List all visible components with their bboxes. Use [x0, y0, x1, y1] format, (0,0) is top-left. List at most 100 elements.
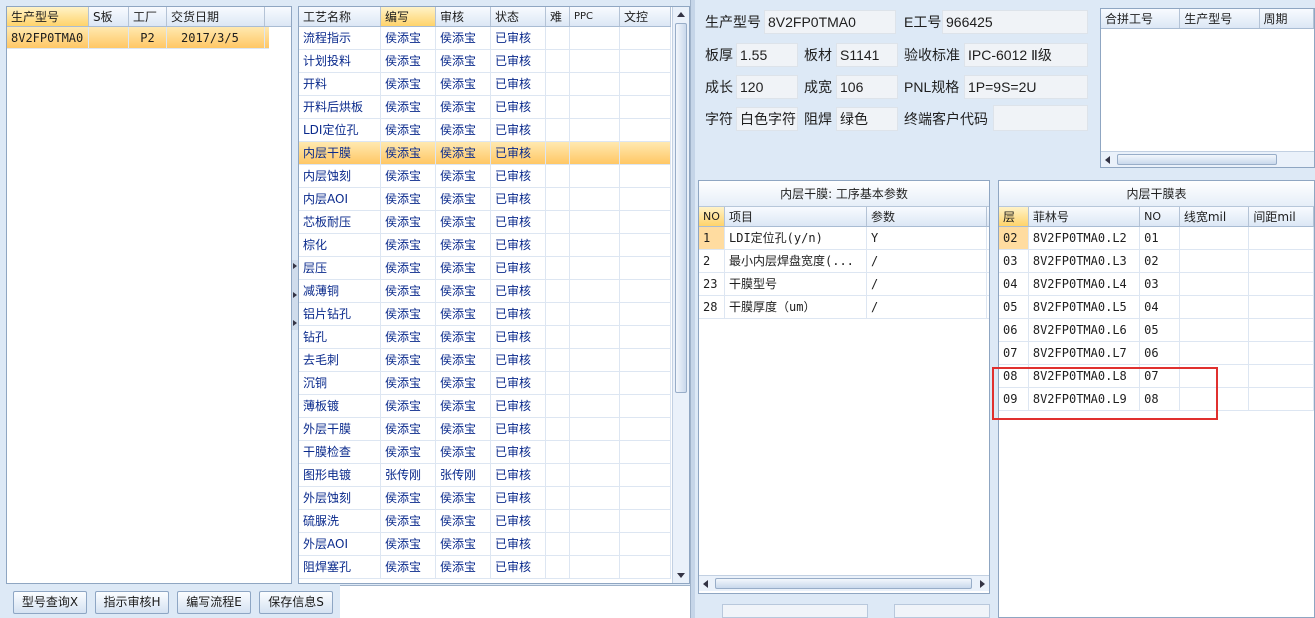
write-flow-button[interactable]: 编写流程E: [177, 591, 251, 614]
process-row[interactable]: 层压 侯添宝 侯添宝 已审核: [299, 257, 671, 280]
doc-control-cell: [620, 441, 671, 463]
col-header-spacing[interactable]: 间距mil: [1249, 207, 1314, 226]
params-hscroll[interactable]: [699, 575, 989, 591]
save-info-button[interactable]: 保存信息S: [259, 591, 333, 614]
params-hscroll-thumb[interactable]: [715, 578, 972, 589]
layer-row[interactable]: 07 8V2FP0TMA0.L7 06: [999, 342, 1314, 365]
col-header-date[interactable]: 交货日期: [167, 7, 265, 26]
review-button[interactable]: 指示审核H: [95, 591, 169, 614]
process-row[interactable]: 硫脲洗 侯添宝 侯添宝 已审核: [299, 510, 671, 533]
process-name-cell: 硫脲洗: [299, 510, 381, 532]
footer-field-2[interactable]: [894, 604, 990, 618]
param-row[interactable]: 2 最小内层焊盘宽度(... /: [699, 250, 989, 273]
process-row[interactable]: 阻焊塞孔 侯添宝 侯添宝 已审核: [299, 556, 671, 579]
standard-field[interactable]: IPC-6012 Ⅱ级: [964, 43, 1088, 67]
length-field[interactable]: 120: [736, 75, 798, 99]
process-row[interactable]: 流程指示 侯添宝 侯添宝 已审核: [299, 27, 671, 50]
param-value-cell: /: [867, 296, 987, 318]
process-row[interactable]: 开料 侯添宝 侯添宝 已审核: [299, 73, 671, 96]
col-header-period[interactable]: 周期: [1260, 9, 1314, 28]
col-header-item[interactable]: 项目: [725, 207, 867, 226]
col-header-status[interactable]: 状态: [491, 7, 546, 26]
col-header-model[interactable]: 生产型号: [7, 7, 89, 26]
param-row[interactable]: 1 LDI定位孔(y/n) Y: [699, 227, 989, 250]
process-row[interactable]: 内层AOI 侯添宝 侯添宝 已审核: [299, 188, 671, 211]
process-row[interactable]: 钻孔 侯添宝 侯添宝 已审核: [299, 326, 671, 349]
col-header-line-width[interactable]: 线宽mil: [1180, 207, 1250, 226]
col-header-difficulty[interactable]: 难: [546, 7, 570, 26]
param-row[interactable]: 23 干膜型号 /: [699, 273, 989, 296]
process-row[interactable]: 开料后烘板 侯添宝 侯添宝 已审核: [299, 96, 671, 119]
query-button[interactable]: 型号查询X: [13, 591, 87, 614]
writer-cell: 侯添宝: [381, 441, 436, 463]
col-header-film[interactable]: 菲林号: [1029, 207, 1141, 226]
width-field[interactable]: 106: [836, 75, 898, 99]
layer-row[interactable]: 05 8V2FP0TMA0.L5 04: [999, 296, 1314, 319]
param-row[interactable]: 28 干膜厚度（um） /: [699, 296, 989, 319]
process-row[interactable]: 芯板耐压 侯添宝 侯添宝 已审核: [299, 211, 671, 234]
process-row[interactable]: 计划投料 侯添宝 侯添宝 已审核: [299, 50, 671, 73]
status-cell: 已审核: [491, 188, 546, 210]
mask-field[interactable]: 绿色: [836, 107, 898, 131]
status-cell: 已审核: [491, 142, 546, 164]
process-row[interactable]: 薄板镀 侯添宝 侯添宝 已审核: [299, 395, 671, 418]
col-header-no[interactable]: NO: [699, 207, 725, 226]
process-row[interactable]: 沉铜 侯添宝 侯添宝 已审核: [299, 372, 671, 395]
process-row[interactable]: 内层干膜 侯添宝 侯添宝 已审核: [299, 142, 671, 165]
s-cell: [89, 27, 129, 48]
main-splitter[interactable]: [690, 0, 695, 618]
writer-cell: 侯添宝: [381, 349, 436, 371]
col-header-ppc[interactable]: PPC: [570, 7, 620, 26]
process-vscroll-thumb[interactable]: [675, 23, 687, 393]
col-header-layer[interactable]: 层: [999, 207, 1029, 226]
thickness-label: 板厚: [705, 47, 733, 63]
process-row[interactable]: 外层蚀刻 侯添宝 侯添宝 已审核: [299, 487, 671, 510]
col-header-param[interactable]: 参数: [867, 207, 987, 226]
process-row[interactable]: 内层蚀刻 侯添宝 侯添宝 已审核: [299, 165, 671, 188]
process-row[interactable]: 外层AOI 侯添宝 侯添宝 已审核: [299, 533, 671, 556]
merge-hscroll[interactable]: [1101, 151, 1314, 167]
process-row[interactable]: 干膜检查 侯添宝 侯添宝 已审核: [299, 441, 671, 464]
eno-field[interactable]: 966425: [942, 10, 1088, 34]
process-row[interactable]: LDI定位孔 侯添宝 侯添宝 已审核: [299, 119, 671, 142]
layer-row[interactable]: 02 8V2FP0TMA0.L2 01: [999, 227, 1314, 250]
material-field[interactable]: S1141: [836, 43, 898, 67]
process-vscroll[interactable]: [672, 7, 689, 583]
reviewer-cell: 侯添宝: [436, 119, 491, 141]
status-cell: 已审核: [491, 533, 546, 555]
col-header-reviewer[interactable]: 审核: [436, 7, 491, 26]
model-field[interactable]: 8V2FP0TMA0: [764, 10, 896, 34]
layer-row[interactable]: 06 8V2FP0TMA0.L6 05: [999, 319, 1314, 342]
ppc-cell: [570, 188, 620, 210]
col-header-factory[interactable]: 工厂: [129, 7, 167, 26]
char-field[interactable]: 白色字符: [736, 107, 798, 131]
thickness-field[interactable]: 1.55: [736, 43, 798, 67]
merge-hscroll-thumb[interactable]: [1117, 154, 1277, 165]
process-row[interactable]: 去毛刺 侯添宝 侯添宝 已审核: [299, 349, 671, 372]
col-header-merge-model[interactable]: 生产型号: [1180, 9, 1260, 28]
layer-row[interactable]: 04 8V2FP0TMA0.L4 03: [999, 273, 1314, 296]
process-row[interactable]: 减薄铜 侯添宝 侯添宝 已审核: [299, 280, 671, 303]
process-row[interactable]: 图形电镀 张传刚 张传刚 已审核: [299, 464, 671, 487]
pnl-field[interactable]: 1P=9S=2U: [964, 75, 1088, 99]
col-header-doc-control[interactable]: 文控: [620, 7, 671, 26]
process-row[interactable]: 棕化 侯添宝 侯添宝 已审核: [299, 234, 671, 257]
process-row[interactable]: 铝片钻孔 侯添宝 侯添宝 已审核: [299, 303, 671, 326]
col-header-layer-no[interactable]: NO: [1140, 207, 1180, 226]
writer-cell: 侯添宝: [381, 50, 436, 72]
model-row[interactable]: 8V2FP0TMA0 P2 2017/3/5: [7, 27, 269, 49]
col-header-writer[interactable]: 编写: [381, 7, 436, 26]
layer-header: 层 菲林号 NO 线宽mil 间距mil: [999, 207, 1314, 227]
col-header-s[interactable]: S板: [89, 7, 129, 26]
footer-field-1[interactable]: [722, 604, 868, 618]
difficulty-cell: [546, 96, 570, 118]
layer-row[interactable]: 03 8V2FP0TMA0.L3 02: [999, 250, 1314, 273]
film-cell: 8V2FP0TMA0.L4: [1029, 273, 1141, 295]
process-row[interactable]: 外层干膜 侯添宝 侯添宝 已审核: [299, 418, 671, 441]
customer-field[interactable]: [993, 105, 1088, 131]
layer-cell: 03: [999, 250, 1029, 272]
col-header-process[interactable]: 工艺名称: [299, 7, 381, 26]
status-cell: 已审核: [491, 303, 546, 325]
reviewer-cell: 侯添宝: [436, 326, 491, 348]
col-header-merge-no[interactable]: 合拼工号: [1101, 9, 1181, 28]
